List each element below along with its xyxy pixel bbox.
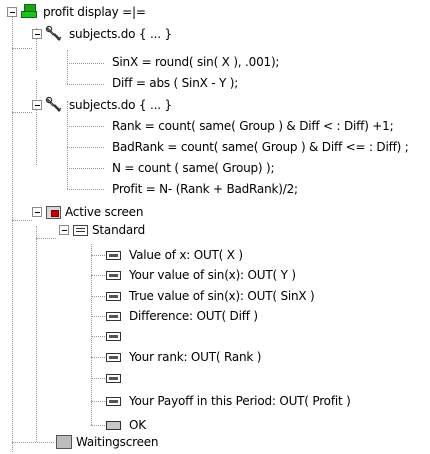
output-item[interactable]: Your value of sin(x): OUT( Y ): [0, 266, 330, 284]
output-item-icon: [106, 332, 121, 341]
box-icon: [73, 225, 88, 236]
output-item[interactable]: Your Payoff in this Period: OUT( Profit …: [0, 392, 351, 410]
button-item-label: OK: [129, 418, 146, 432]
output-item[interactable]: True value of sin(x): OUT( SinX ): [0, 287, 330, 305]
code-line[interactable]: Rank = count( same( Group ) & Diff < : D…: [0, 117, 430, 135]
active-screen-label: Active screen: [65, 205, 144, 219]
code-line[interactable]: N = count ( same( Group) );: [0, 159, 330, 177]
stage-tree: profit display =|= subjects.do { ... } S…: [0, 0, 430, 454]
wrench-icon: [45, 96, 63, 119]
output-item-icon: [106, 251, 121, 260]
collapse-toggle[interactable]: [7, 7, 17, 17]
output-item-label: Your rank: OUT( Rank ): [129, 350, 262, 364]
output-item[interactable]: Your rank: OUT( Rank ): [0, 348, 330, 366]
code-line[interactable]: Profit = N- (Rank + BadRank)/2;: [0, 180, 330, 198]
output-item-label: True value of sin(x): OUT( SinX ): [129, 289, 315, 303]
program-icon: [21, 4, 37, 18]
code-line-text: Rank = count( same( Group ) & Diff < : D…: [112, 119, 394, 133]
screen-icon: [56, 435, 72, 449]
root-label: profit display =|=: [43, 5, 146, 19]
waiting-screen-label: Waitingscreen: [76, 435, 159, 449]
tree-node-program-2[interactable]: subjects.do { ... }: [0, 96, 220, 114]
code-line-text: Diff = abs ( SinX - Y );: [112, 76, 239, 90]
output-item[interactable]: [0, 327, 330, 345]
output-item-label: Difference: OUT( Diff ): [129, 309, 258, 323]
collapse-toggle[interactable]: [32, 29, 42, 39]
program-label: subjects.do { ... }: [69, 27, 172, 41]
collapse-toggle[interactable]: [32, 207, 42, 217]
output-item[interactable]: [0, 369, 330, 387]
button-icon: [106, 421, 121, 430]
program-label: subjects.do { ... }: [69, 98, 172, 112]
output-item[interactable]: Value of x: OUT( X ): [0, 246, 330, 264]
code-line-text: BadRank = count( same( Group ) & Diff <=…: [112, 140, 409, 154]
output-item-label: Value of x: OUT( X ): [129, 248, 243, 262]
screen-icon: [46, 206, 61, 219]
code-line[interactable]: Diff = abs ( SinX - Y );: [0, 74, 330, 92]
output-item-label: Your Payoff in this Period: OUT( Profit …: [129, 394, 351, 408]
code-line[interactable]: SinX = round( sin( X ), .001);: [0, 53, 330, 71]
tree-node-waiting-screen[interactable]: Waitingscreen: [0, 433, 200, 451]
output-item-icon: [106, 353, 121, 362]
standard-label: Standard: [92, 223, 145, 237]
collapse-toggle[interactable]: [32, 100, 42, 110]
output-item[interactable]: Difference: OUT( Diff ): [0, 307, 330, 325]
wrench-icon: [45, 25, 63, 48]
button-item[interactable]: OK: [0, 416, 200, 434]
output-item-icon: [106, 292, 121, 301]
code-line-text: Profit = N- (Rank + BadRank)/2;: [112, 182, 298, 196]
code-line-text: N = count ( same( Group) );: [112, 161, 275, 175]
output-item-icon: [106, 374, 121, 383]
collapse-toggle[interactable]: [59, 225, 69, 235]
output-item-icon: [106, 397, 121, 406]
code-line-text: SinX = round( sin( X ), .001);: [112, 55, 280, 69]
code-line[interactable]: BadRank = count( same( Group ) & Diff <=…: [0, 138, 430, 156]
tree-node-root[interactable]: profit display =|=: [0, 3, 200, 21]
tree-node-active-screen[interactable]: Active screen: [0, 203, 200, 221]
output-item-icon: [106, 312, 121, 321]
output-item-icon: [106, 271, 121, 280]
tree-node-standard[interactable]: Standard: [0, 221, 200, 239]
tree-guide: [12, 48, 32, 49]
tree-node-program-1[interactable]: subjects.do { ... }: [0, 25, 220, 43]
output-item-label: Your value of sin(x): OUT( Y ): [129, 268, 296, 282]
